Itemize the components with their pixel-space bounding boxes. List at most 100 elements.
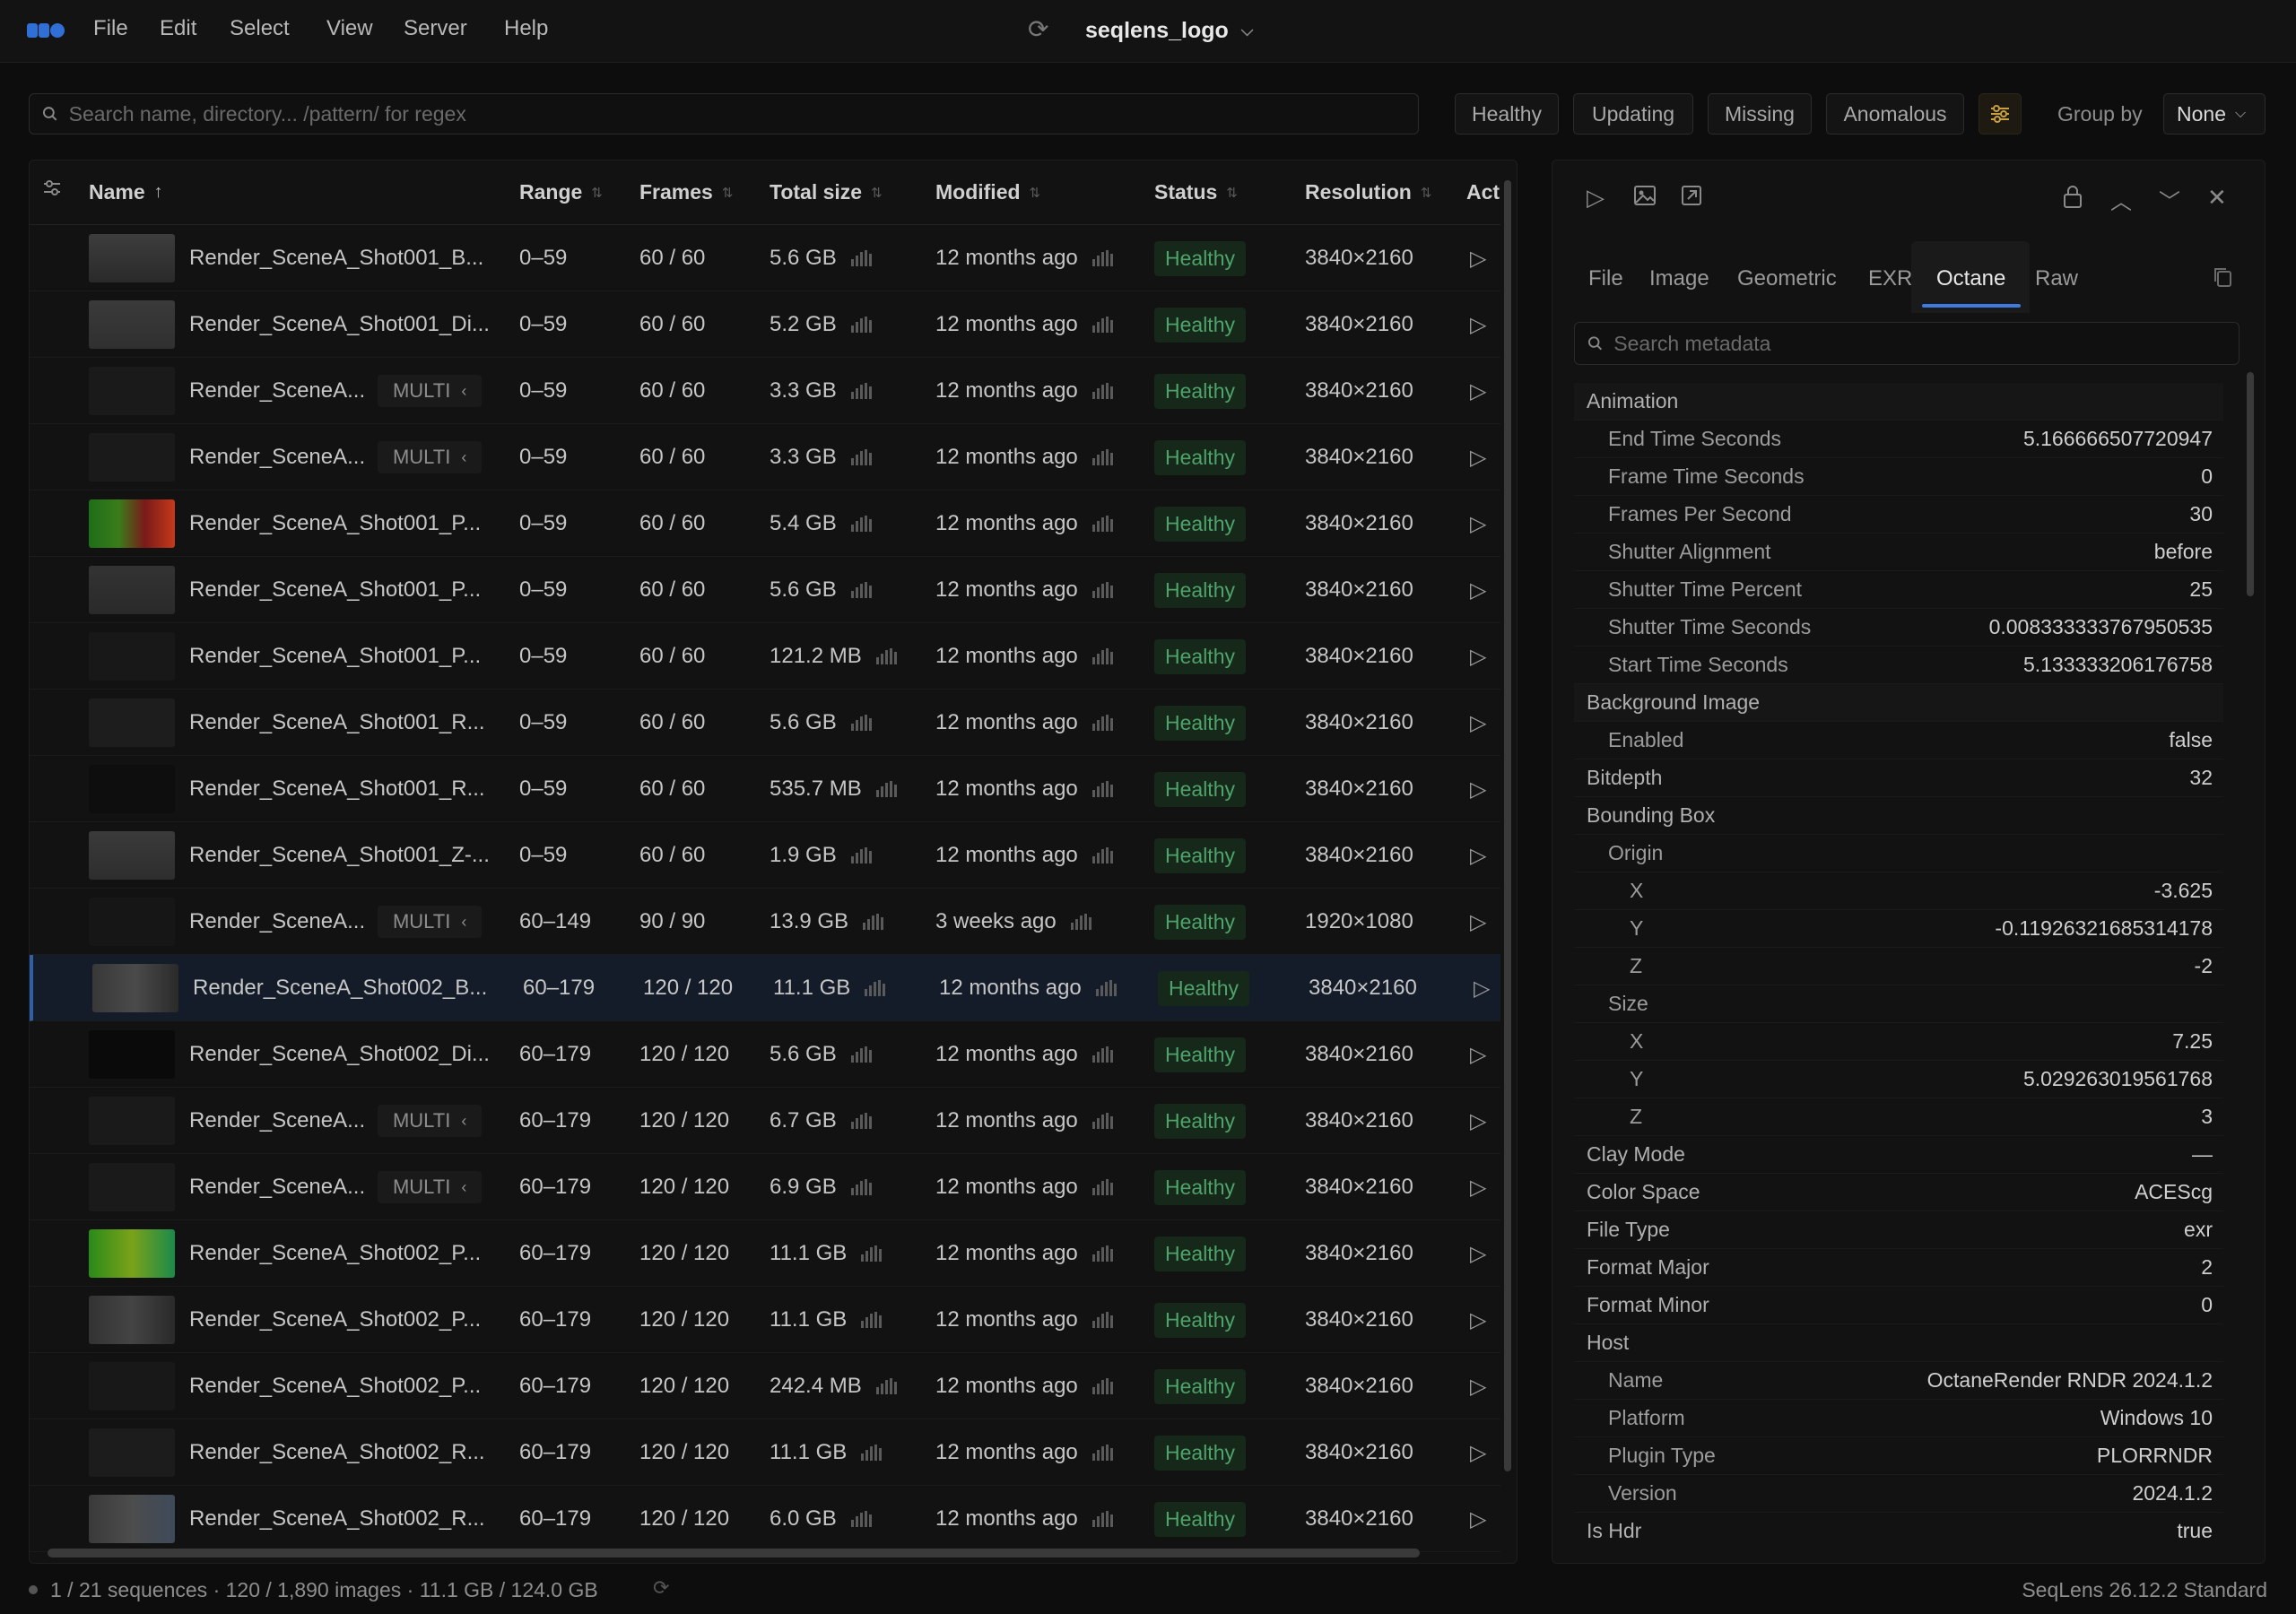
size-history-icon[interactable] [1091,1179,1113,1195]
size-history-icon[interactable] [1091,317,1113,333]
play-icon[interactable]: ▷ [1470,1088,1486,1154]
table-row[interactable]: Render_SceneA... MULTI ‹ 0–59 60 / 60 3.3 GB 1… [30,424,1500,490]
size-history-icon[interactable] [1091,781,1113,797]
play-icon[interactable]: ▷ [1470,225,1486,291]
play-icon[interactable]: ▷ [1474,955,1490,1021]
column-actions[interactable]: Act [1466,180,1500,204]
menu-file[interactable]: File [93,16,128,41]
filter-updating[interactable]: Updating [1573,93,1693,134]
metadata-row[interactable]: Is Hdr true [1574,1513,2223,1540]
sequence-search[interactable] [29,93,1419,134]
table-row[interactable]: Render_SceneA... MULTI ‹ 60–149 90 / 90 13.9 … [30,889,1500,955]
play-icon[interactable]: ▷ [1470,822,1486,889]
metadata-row[interactable]: File Type exr [1574,1211,2223,1249]
metadata-row[interactable]: X 7.25 [1574,1023,2223,1061]
metadata-row[interactable]: Y 5.029263019561768 [1574,1061,2223,1098]
size-history-icon[interactable] [850,715,872,731]
size-history-icon[interactable] [861,1245,883,1262]
table-row[interactable]: Render_SceneA_Shot002_P... 60–179 120 / 12… [30,1220,1500,1287]
play-icon[interactable]: ▷ [1470,424,1486,490]
size-history-icon[interactable] [1091,1511,1113,1527]
play-icon[interactable]: ▷ [1470,358,1486,424]
image-icon[interactable] [1633,184,1657,213]
play-icon[interactable]: ▷ [1470,1287,1486,1353]
tab-image[interactable]: Image [1649,266,1709,291]
filter-missing[interactable]: Missing [1708,93,1812,134]
metadata-row[interactable]: Name OctaneRender RNDR 2024.1.2 [1574,1362,2223,1400]
sync-icon[interactable]: ⟳ [653,1576,669,1600]
multi-layer-badge[interactable]: MULTI ‹ [378,1105,483,1137]
metadata-search[interactable] [1574,322,2239,365]
size-history-icon[interactable] [1091,1245,1113,1262]
play-icon[interactable]: ▷ [1470,1353,1486,1419]
size-history-icon[interactable] [1091,1113,1113,1129]
size-history-icon[interactable] [850,1511,872,1527]
table-row[interactable]: Render_SceneA_Shot002_B... 60–179 120 / 12… [30,955,1500,1021]
external-link-icon[interactable] [1680,184,1703,213]
metadata-row[interactable]: Bitdepth 32 [1574,759,2223,797]
size-history-icon[interactable] [1091,648,1113,664]
multi-layer-badge[interactable]: MULTI ‹ [378,1171,483,1203]
size-history-icon[interactable] [850,847,872,863]
menu-edit[interactable]: Edit [160,16,196,41]
metadata-scrollbar[interactable] [2247,372,2254,1538]
table-row[interactable]: Render_SceneA_Shot002_R... 60–179 120 / 12… [30,1419,1500,1486]
size-history-icon[interactable] [850,516,872,532]
metadata-row[interactable]: Bounding Box [1574,797,2223,835]
metadata-row[interactable]: Background Image [1574,684,2223,722]
lock-icon[interactable] [2062,184,2083,215]
table-row[interactable]: Render_SceneA_Shot001_P... 0–59 60 / 60 121… [30,623,1500,690]
column-frames[interactable]: Frames ⇅ [639,180,733,204]
metadata-row[interactable]: Host [1574,1324,2223,1362]
size-history-icon[interactable] [1091,1046,1113,1063]
table-row[interactable]: Render_SceneA_Shot002_R... 60–179 120 / 12… [30,1486,1500,1552]
group-by-select[interactable]: None ⌵ [2163,93,2266,134]
size-history-icon[interactable] [1095,980,1117,996]
size-history-icon[interactable] [850,1046,872,1063]
size-history-icon[interactable] [850,1113,872,1129]
table-vertical-scrollbar[interactable] [1504,180,1511,1543]
table-row[interactable]: Render_SceneA_Shot001_Z-... 0–59 60 / 60 1.… [30,822,1500,889]
metadata-row[interactable]: Enabled false [1574,722,2223,759]
size-history-icon[interactable] [875,1378,897,1394]
filter-anomalous[interactable]: Anomalous [1826,93,1964,134]
size-history-icon[interactable] [1091,250,1113,266]
metadata-row[interactable]: Z -2 [1574,948,2223,985]
tab-raw[interactable]: Raw [2035,266,2078,291]
metadata-row[interactable]: Z3 [1574,1098,2223,1136]
size-history-icon[interactable] [875,781,897,797]
metadata-row[interactable]: Format Minor 0 [1574,1287,2223,1324]
size-history-icon[interactable] [861,1445,883,1461]
metadata-row[interactable]: Clay Mode — [1574,1136,2223,1174]
play-icon[interactable]: ▷ [1470,490,1486,557]
play-icon[interactable]: ▷ [1470,623,1486,690]
table-row[interactable]: Render_SceneA... MULTI ‹ 60–179 120 / 120 6.9… [30,1154,1500,1220]
size-history-icon[interactable] [1091,1312,1113,1328]
metadata-row[interactable]: Shutter Time Seconds 0.008333333767950535 [1574,609,2223,646]
column-modified[interactable]: Modified ⇅ [935,180,1040,204]
play-icon[interactable]: ▷ [1587,184,1605,212]
play-icon[interactable]: ▷ [1470,690,1486,756]
multi-layer-badge[interactable]: MULTI ‹ [378,375,483,407]
metadata-search-input[interactable] [1613,331,2239,356]
table-row[interactable]: Render_SceneA_Shot001_P... 0–59 60 / 60 5.4… [30,490,1500,557]
column-status[interactable]: Status ⇅ [1154,180,1238,204]
multi-layer-badge[interactable]: MULTI ‹ [378,906,483,938]
play-icon[interactable]: ▷ [1470,1154,1486,1220]
search-input[interactable] [68,101,1418,126]
play-icon[interactable]: ▷ [1470,1220,1486,1287]
metadata-row[interactable]: X -3.625 [1574,872,2223,910]
sliders-icon[interactable] [1979,93,2022,134]
metadata-row[interactable]: Shutter Alignment before [1574,534,2223,571]
size-history-icon[interactable] [863,914,884,930]
metadata-row[interactable]: Origin [1574,835,2223,872]
metadata-row[interactable]: Frame Time Seconds 0 [1574,458,2223,496]
size-history-icon[interactable] [1091,383,1113,399]
metadata-row[interactable]: Size [1574,985,2223,1023]
close-icon[interactable]: ✕ [2207,184,2227,212]
metadata-row[interactable]: Plugin Type PLORRNDR [1574,1437,2223,1475]
chevron-down-icon[interactable]: ﹀ [2159,184,2180,215]
metadata-row[interactable]: Color Space ACEScg [1574,1174,2223,1211]
project-selector[interactable]: seqlens_logo ⌵ [1085,14,1253,47]
size-history-icon[interactable] [850,1179,872,1195]
